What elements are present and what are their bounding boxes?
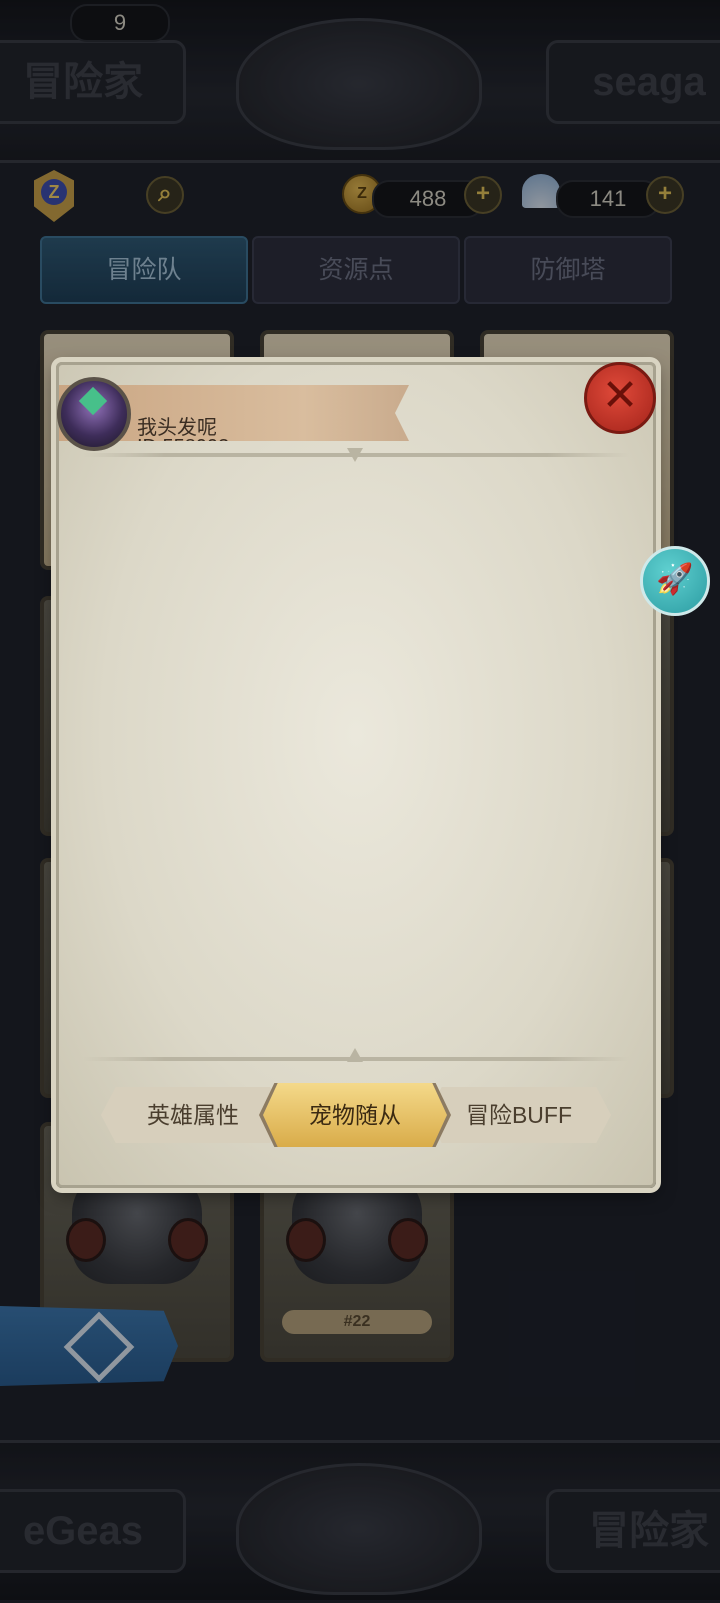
subtab-pet-followers[interactable]: 宠物随从 xyxy=(263,1083,447,1147)
rocket-icon[interactable]: 🚀 xyxy=(640,546,710,616)
footer-divider xyxy=(83,1048,629,1062)
player-info-modal: 我头发呢 ID:558993 英雄属性 冒险BUFF 宠物随从 xyxy=(56,362,656,1188)
header-divider xyxy=(83,448,629,462)
pet-content-area xyxy=(79,459,633,1049)
subtab-adventure-buff[interactable]: 冒险BUFF xyxy=(427,1087,611,1143)
subtab-hero-attributes[interactable]: 英雄属性 xyxy=(101,1087,285,1143)
player-avatar xyxy=(57,377,131,451)
close-button[interactable]: ✕ xyxy=(584,362,656,434)
